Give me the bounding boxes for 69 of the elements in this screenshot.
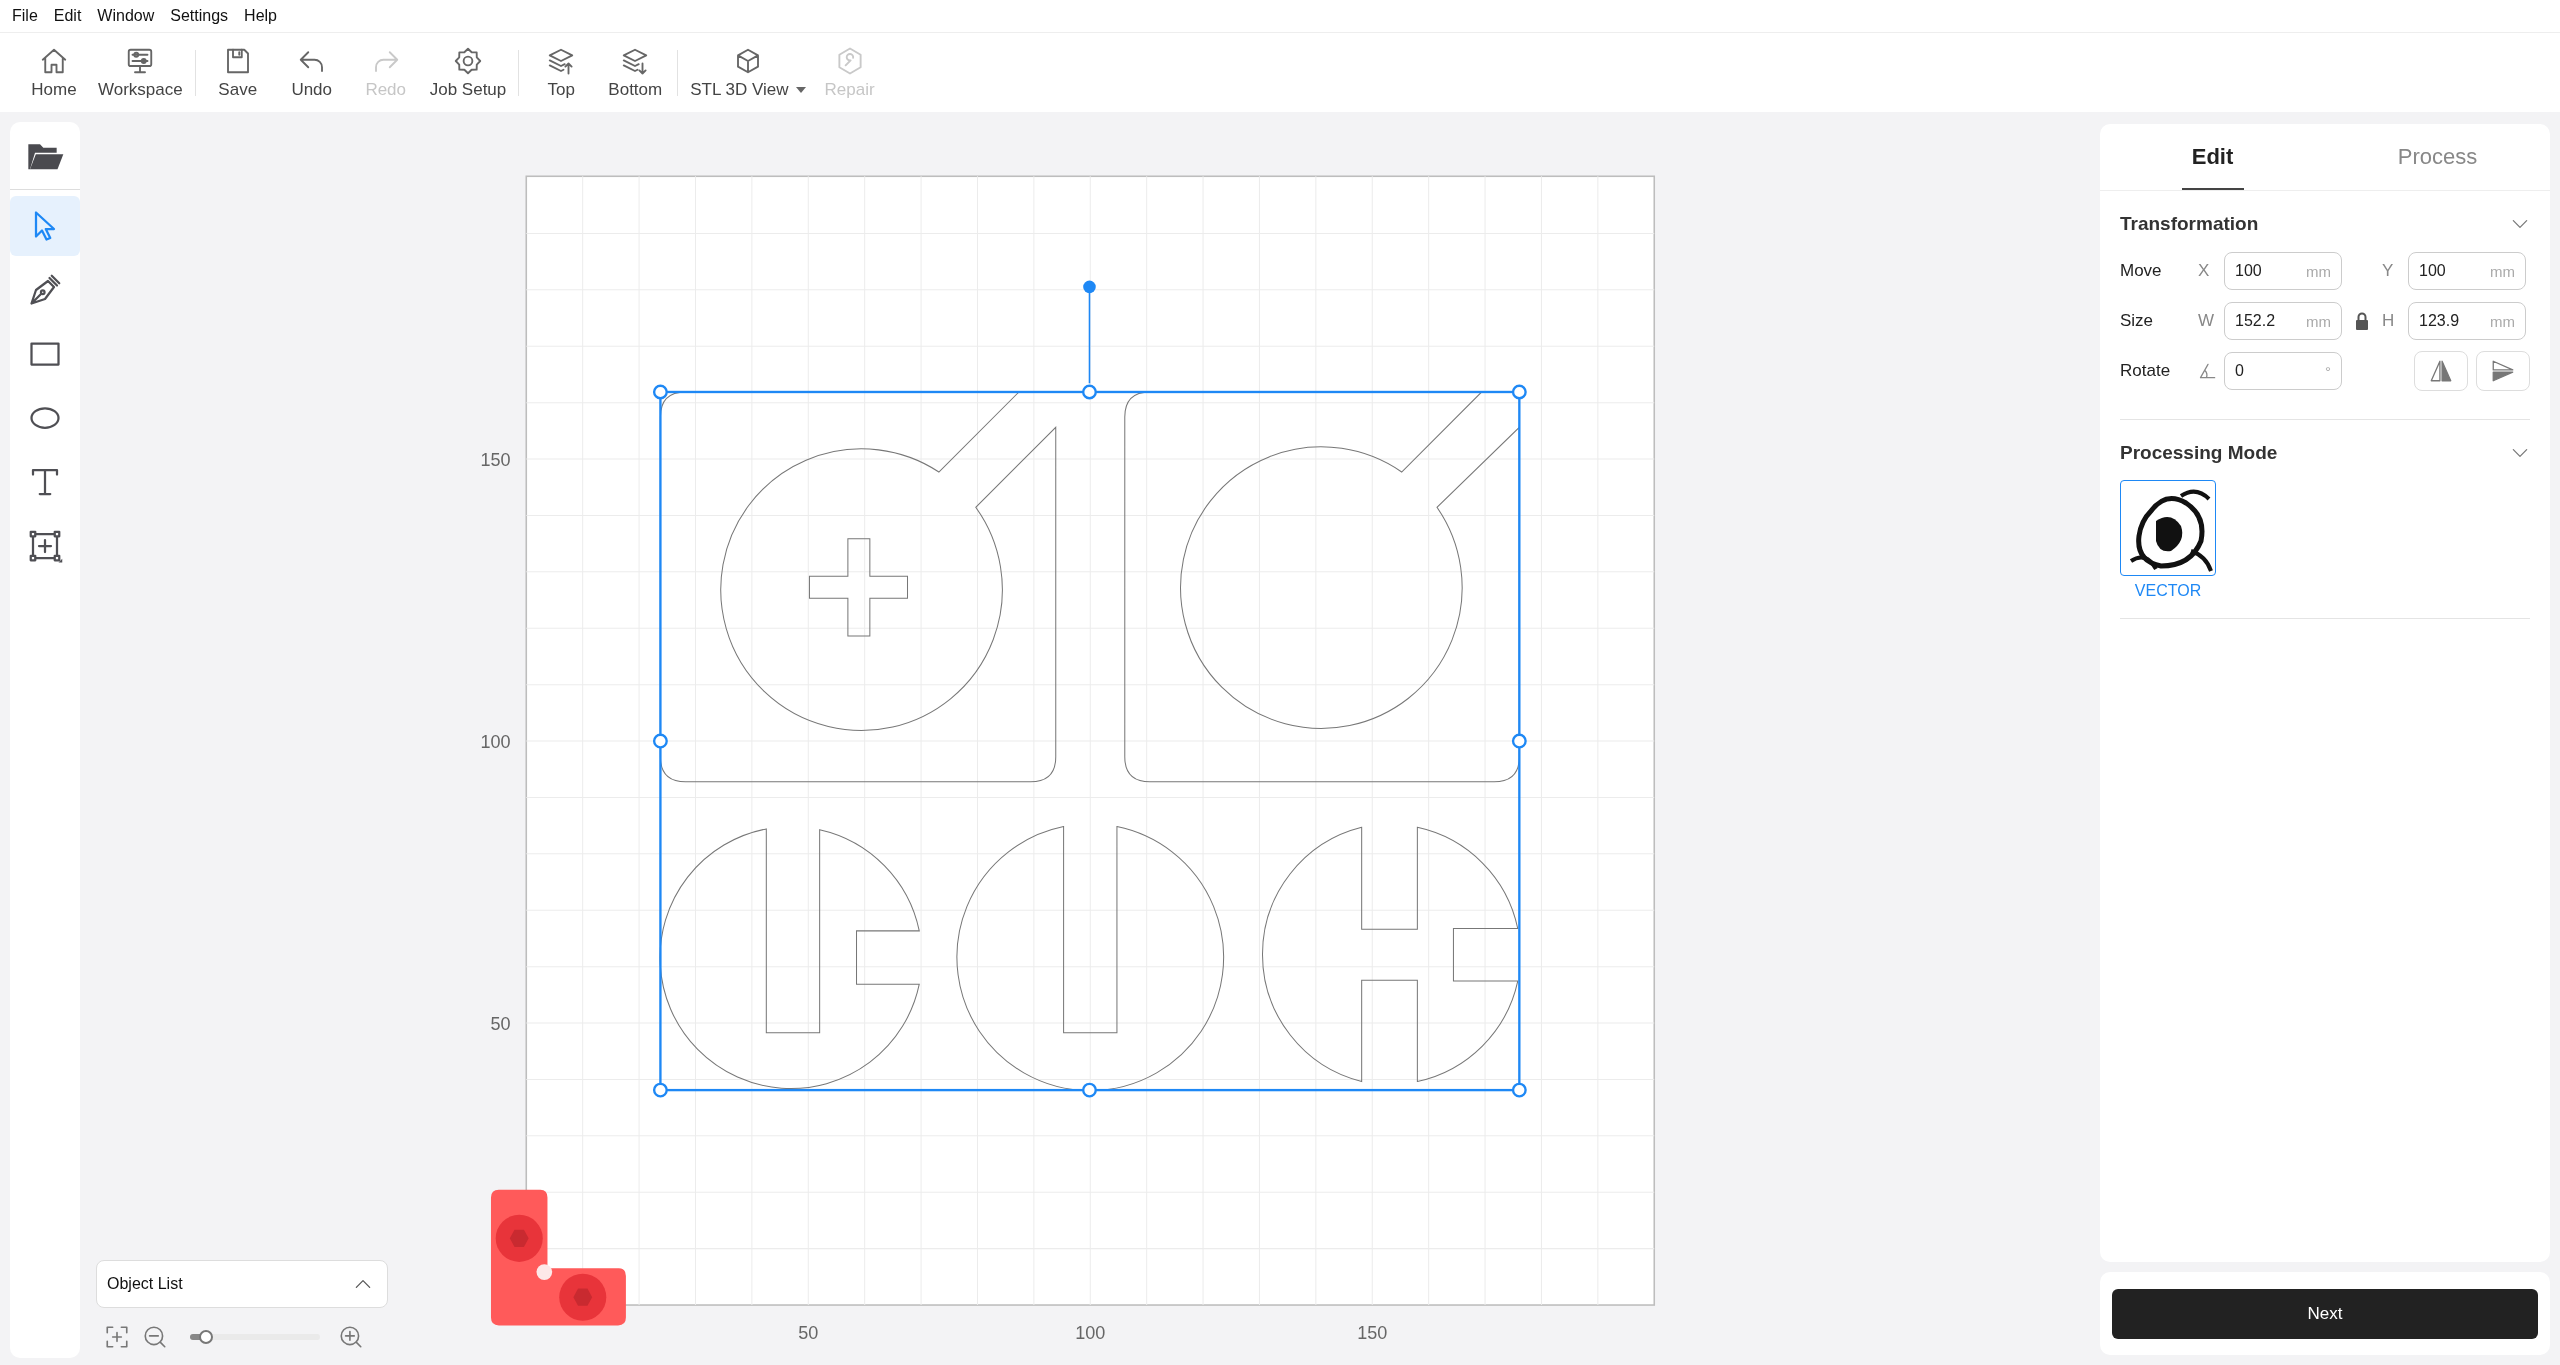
panel-tab[interactable]: Process [2325, 124, 2550, 190]
zoom-in-icon [338, 1324, 364, 1350]
toolbar-button[interactable]: Home [18, 41, 90, 104]
axis-label: W [2198, 311, 2216, 331]
frame-plus-icon [104, 1324, 130, 1350]
unit-label: ° [2325, 362, 2331, 380]
object-list-title: Object List [107, 1275, 183, 1293]
menu-item[interactable]: Edit [45, 7, 90, 25]
axis-label: 150 [1357, 1322, 1388, 1343]
number-field[interactable]: 0 ° [2224, 352, 2342, 390]
number-field[interactable]: 123.9 mm [2408, 302, 2526, 340]
unit-label: mm [2306, 312, 2331, 330]
resize-handle[interactable] [1511, 384, 1527, 400]
axis-label: H [2382, 311, 2396, 331]
menu-item[interactable]: Settings [162, 7, 237, 25]
frame-plus-icon [27, 528, 63, 564]
resize-handle[interactable] [652, 733, 668, 749]
toolbar-button[interactable]: Save [201, 41, 274, 104]
flip-horizontal-button[interactable] [2414, 351, 2468, 391]
zoom-slider[interactable] [190, 1329, 320, 1345]
toolbar-button[interactable]: STL 3D View [684, 41, 812, 104]
section-title: Transformation [2120, 213, 2259, 235]
resize-handle[interactable] [652, 384, 668, 400]
field-label: Size [2120, 311, 2155, 331]
axis-label: 100 [480, 732, 511, 753]
resize-handle[interactable] [652, 1082, 668, 1098]
zoom-out-icon [142, 1324, 168, 1350]
caret-icon [795, 86, 806, 93]
slider-thumb[interactable] [198, 1330, 213, 1344]
axis-label: 100 [1075, 1322, 1106, 1343]
menu-item[interactable]: File [4, 7, 46, 25]
field-label: Move [2120, 261, 2163, 281]
axis-label: X [2198, 261, 2211, 281]
resize-handle[interactable] [1511, 733, 1527, 749]
menu-item[interactable]: Window [89, 7, 163, 25]
number-field[interactable]: 100 mm [2224, 252, 2342, 290]
field-label: Rotate [2120, 361, 2172, 381]
toolbar-button[interactable]: Undo [275, 41, 348, 104]
resize-handle[interactable] [1082, 1082, 1097, 1098]
object-list-header[interactable]: Object List [96, 1260, 388, 1308]
toolbar-button[interactable]: Top [525, 41, 598, 104]
axis-label: 50 [798, 1322, 819, 1343]
flip-vertical-button[interactable] [2476, 351, 2530, 391]
next-button[interactable]: Next [2112, 1288, 2538, 1339]
settings-icon [453, 45, 483, 76]
axis-label: Y [2382, 261, 2395, 281]
resize-handle[interactable] [1082, 384, 1097, 400]
pen-nib-icon [27, 272, 63, 308]
toolbar-button[interactable]: Job Setup [423, 41, 513, 104]
panel-tab[interactable]: Edit [2100, 124, 2325, 190]
section-title: Processing Mode [2120, 442, 2278, 464]
number-field[interactable]: 100 mm [2408, 252, 2526, 290]
bracket-logo-icon [491, 1189, 626, 1326]
unit-label: mm [2490, 262, 2515, 280]
flip-horizontal-icon [2428, 358, 2454, 384]
selection-box[interactable] [659, 390, 1521, 1092]
axis-label: 50 [490, 1014, 511, 1035]
number-field[interactable]: 152.2 mm [2224, 302, 2342, 340]
unit-label: mm [2306, 262, 2331, 280]
resize-handle[interactable] [1511, 1082, 1527, 1098]
rotate-handle[interactable] [1083, 280, 1096, 385]
menu-item[interactable]: Help [236, 7, 285, 25]
flip-vertical-icon [2490, 358, 2516, 384]
unit-label: mm [2490, 312, 2515, 330]
toolbar-button[interactable]: Workspace [92, 41, 189, 104]
angle-icon [2198, 361, 2218, 381]
processing-mode-option[interactable]: VECTOR [2120, 480, 2216, 600]
axis-label: 150 [480, 450, 511, 471]
toolbar-button[interactable]: Bottom [599, 41, 672, 104]
